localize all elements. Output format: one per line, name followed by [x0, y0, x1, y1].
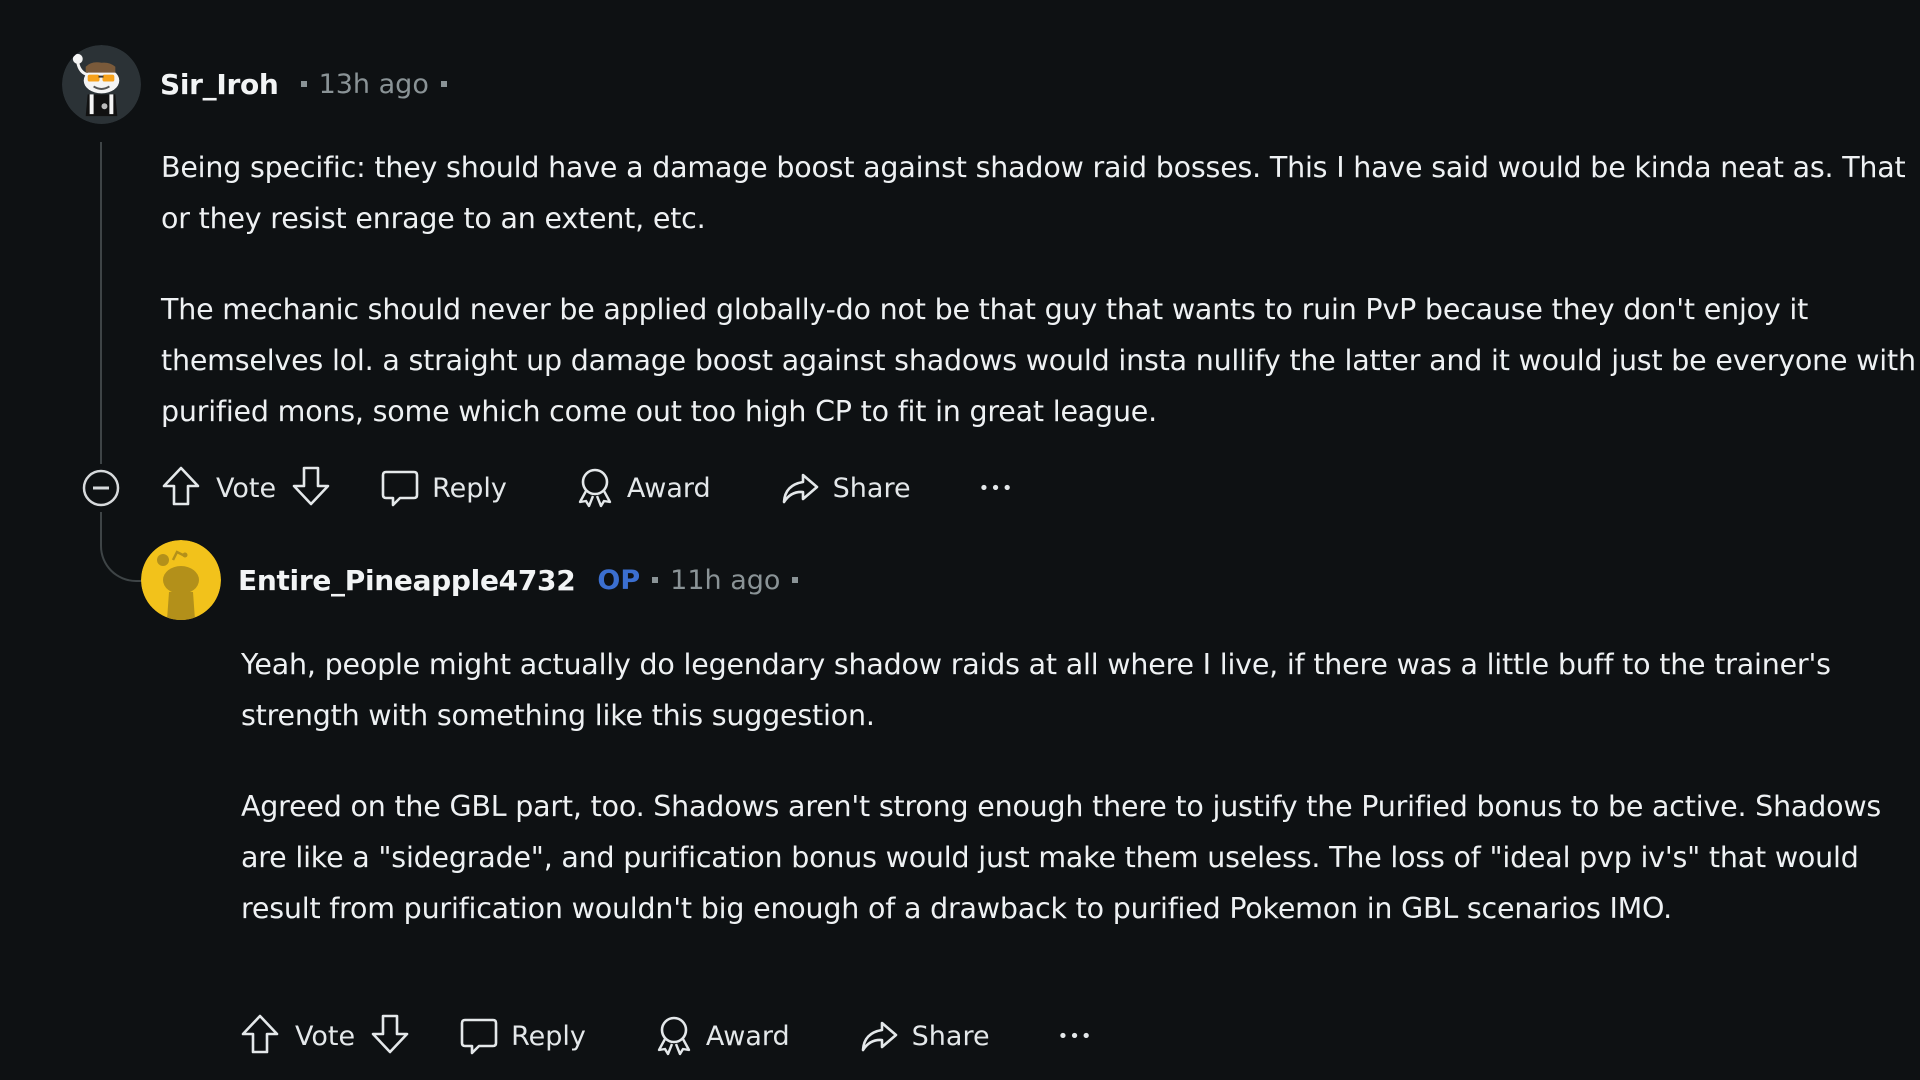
reply-button[interactable]: Reply	[459, 1011, 586, 1061]
comment-action-bar: Vote Reply Award Share •••	[239, 1011, 1092, 1061]
downvote-arrow-icon	[292, 466, 330, 506]
award-button[interactable]: Award	[575, 463, 711, 513]
share-button[interactable]: Share	[858, 1011, 990, 1061]
vote-label: Vote	[295, 1020, 356, 1052]
share-button[interactable]: Share	[779, 463, 911, 513]
more-options-icon: •••	[1057, 1025, 1093, 1047]
comment-body: Being specific: they should have a damag…	[161, 142, 1920, 437]
upvote-button[interactable]	[160, 464, 202, 512]
downvote-button[interactable]	[369, 1012, 411, 1060]
op-badge: OP	[597, 564, 641, 596]
comment-body: Yeah, people might actually do legendary…	[241, 639, 1901, 934]
separator-dot	[440, 81, 447, 87]
downvote-arrow-icon	[371, 1014, 409, 1054]
author-name[interactable]: Entire_Pineapple4732	[238, 564, 576, 597]
share-arrow-icon	[782, 473, 818, 504]
avatar[interactable]	[141, 540, 221, 620]
upvote-arrow-icon	[162, 466, 200, 506]
collapse-thread-button[interactable]	[81, 468, 121, 508]
award-ribbon-icon	[657, 1016, 691, 1056]
reply-label: Reply	[432, 472, 507, 504]
separator-dot	[652, 577, 659, 583]
comment-thread: Sir_Iroh 13h ago Being specific: they sh…	[0, 0, 1920, 1080]
snoo-avatar-yellow-icon	[141, 540, 221, 620]
award-label: Award	[626, 472, 711, 504]
thread-line[interactable]	[100, 142, 102, 464]
reply-speech-bubble-icon	[381, 470, 419, 507]
vote-label: Vote	[216, 472, 277, 504]
award-button[interactable]: Award	[654, 1011, 790, 1061]
timestamp[interactable]: 13h ago	[319, 69, 429, 100]
author-name[interactable]: Sir_Iroh	[160, 68, 279, 101]
vote-group: Vote	[160, 464, 332, 512]
award-label: Award	[705, 1020, 790, 1052]
upvote-arrow-icon	[241, 1014, 279, 1054]
vote-group: Vote	[239, 1012, 411, 1060]
comment-header: Sir_Iroh 13h ago	[160, 64, 459, 104]
comment-paragraph: Agreed on the GBL part, too. Shadows are…	[241, 790, 1882, 925]
share-label: Share	[911, 1020, 990, 1052]
separator-dot	[792, 577, 799, 583]
more-options-button[interactable]: •••	[979, 463, 1014, 513]
upvote-button[interactable]	[239, 1012, 281, 1060]
comment-action-bar: Vote Reply Award Share •••	[160, 463, 1013, 513]
comment-paragraph: The mechanic should never be applied glo…	[161, 293, 1916, 428]
comment-paragraph: Yeah, people might actually do legendary…	[241, 648, 1831, 732]
reply-button[interactable]: Reply	[380, 463, 507, 513]
share-label: Share	[832, 472, 911, 504]
downvote-button[interactable]	[290, 464, 332, 512]
share-arrow-icon	[861, 1021, 897, 1052]
reply-label: Reply	[511, 1020, 586, 1052]
comment-header: Entire_Pineapple4732 OP 11h ago	[238, 560, 810, 600]
collapse-minus-circle-icon	[82, 469, 120, 507]
comment-paragraph: Being specific: they should have a damag…	[161, 151, 1906, 235]
reply-speech-bubble-icon	[460, 1018, 498, 1055]
award-ribbon-icon	[578, 468, 612, 508]
more-options-button[interactable]: •••	[1058, 1011, 1093, 1061]
timestamp[interactable]: 11h ago	[670, 565, 780, 596]
separator-dot	[300, 81, 307, 87]
avatar[interactable]	[62, 45, 141, 124]
snoo-avatar-sunglasses-icon	[62, 45, 141, 124]
thread-line-branch[interactable]	[100, 512, 144, 582]
more-options-icon: •••	[978, 477, 1014, 499]
